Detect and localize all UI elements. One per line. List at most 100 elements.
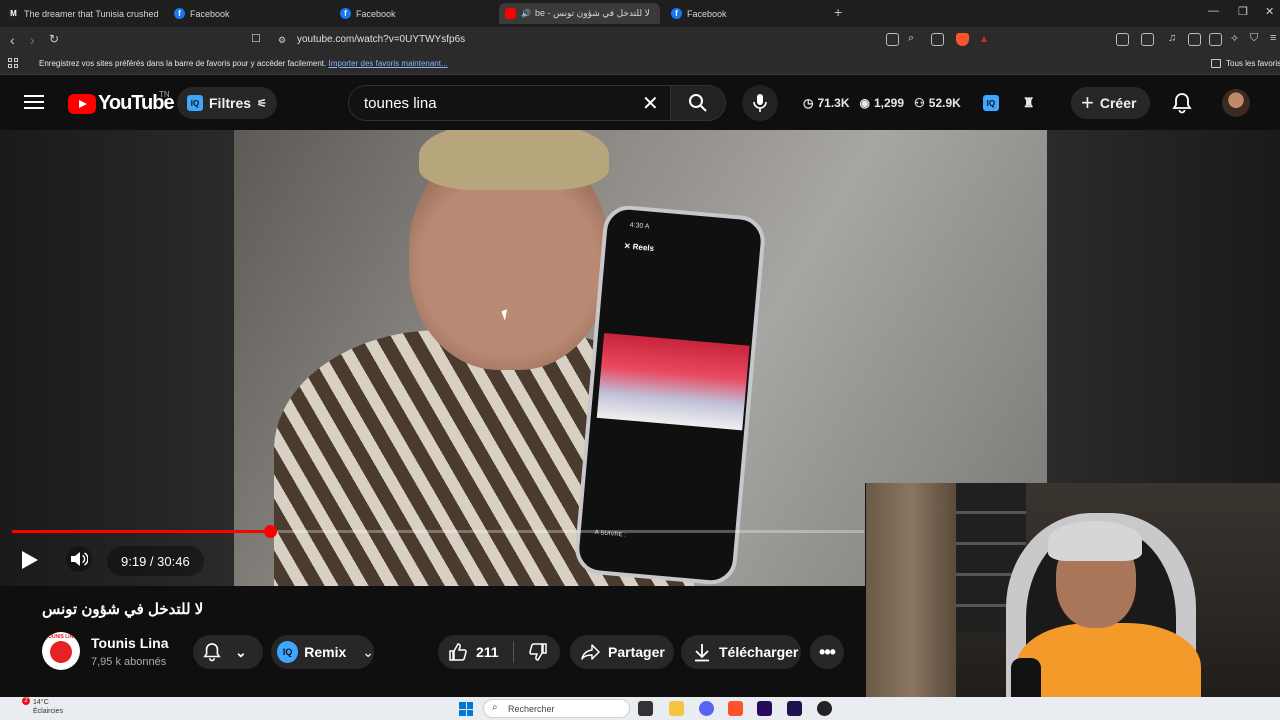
back-icon[interactable]: ‹ xyxy=(10,32,15,48)
volume-button[interactable] xyxy=(66,546,92,572)
address-bar-row: ‹ › ↻ ☐ ⚙ youtube.com/watch?v=0UYTWYsfp6… xyxy=(0,27,1280,53)
download-icon xyxy=(695,644,709,662)
watch-time-value: 71.3K xyxy=(817,96,850,110)
obs-icon[interactable] xyxy=(817,701,832,716)
share-page-icon[interactable] xyxy=(931,33,944,46)
channel-logo-icon xyxy=(50,641,72,663)
iq-extension-icon[interactable]: IQ xyxy=(982,95,999,111)
remix-button[interactable]: IQ Remix ⌄ xyxy=(271,635,374,669)
browser-tab-facebook-1[interactable]: f Facebook xyxy=(174,3,324,24)
bookmarks-message: Enregistrez vos sites préférés dans la b… xyxy=(39,59,448,68)
apps-grid-icon[interactable] xyxy=(8,58,18,68)
create-label: Créer xyxy=(1099,95,1137,111)
clear-search-icon[interactable]: ✕ xyxy=(642,91,659,116)
plus-icon: + xyxy=(1081,90,1094,115)
weather-condition: Éclaircies xyxy=(33,708,63,715)
hamburger-menu-icon[interactable] xyxy=(24,95,44,109)
filters-button[interactable]: IQ Filtres ⚟ xyxy=(177,87,277,119)
video-progress-bar[interactable] xyxy=(12,525,864,538)
youtube-icon xyxy=(505,8,516,19)
like-dislike-group: 211 xyxy=(438,635,560,669)
search-value: tounes lina xyxy=(364,95,437,112)
brave-browser-icon[interactable] xyxy=(728,701,743,716)
minimize-icon[interactable]: — xyxy=(1208,5,1219,17)
tab-label: Facebook xyxy=(356,8,396,19)
import-favorites-link[interactable]: Importer des favoris maintenant... xyxy=(328,59,447,68)
browser-tab-facebook-2[interactable]: f Facebook xyxy=(340,3,490,24)
notifications-button[interactable] xyxy=(1172,92,1192,119)
share-button[interactable]: Partager xyxy=(570,635,674,669)
more-horizontal-icon: ••• xyxy=(819,641,836,662)
restore-icon[interactable]: ❐ xyxy=(1238,5,1248,18)
video-phone: 4:30 A ✕ Reels À SUIVRE : xyxy=(573,203,767,586)
dislike-button[interactable] xyxy=(528,642,548,662)
all-favorites-button[interactable]: Tous les favoris xyxy=(1226,59,1280,68)
wallet-icon[interactable] xyxy=(1209,33,1222,46)
search-input[interactable]: tounes lina ✕ xyxy=(348,85,670,121)
chevron-down-icon: ⌄ xyxy=(362,643,374,660)
forward-icon[interactable]: › xyxy=(30,32,35,48)
tab-label: The dreamer that Tunisia crushed. Th xyxy=(24,8,158,19)
bookmark-icon[interactable]: ☐ xyxy=(251,32,261,45)
channel-name[interactable]: Tounis Lina xyxy=(91,635,169,651)
share-label: Partager xyxy=(608,644,665,660)
sidebar-icon[interactable] xyxy=(1188,33,1201,46)
url-field[interactable]: youtube.com/watch?v=0UYTWYsfp6s xyxy=(297,34,465,45)
browser-tab-youtube-active[interactable]: 🔊 لا للتدخل في شؤون تونس - be ✕ xyxy=(499,3,660,24)
after-effects-icon[interactable] xyxy=(787,701,802,716)
discord-icon[interactable] xyxy=(699,701,714,716)
subscribers-icon: ⚇ xyxy=(914,96,925,110)
download-button[interactable]: Télécharger xyxy=(681,635,801,669)
premiere-pro-icon[interactable] xyxy=(757,701,772,716)
brave-shield-icon[interactable] xyxy=(956,33,969,46)
leo-icon[interactable]: ✧ xyxy=(1230,32,1239,45)
like-button[interactable]: 211 xyxy=(448,642,499,662)
tab-label: Facebook xyxy=(687,8,727,19)
browser-tab-facebook-3[interactable]: f Facebook xyxy=(671,3,821,24)
play-icon[interactable] xyxy=(22,551,38,569)
vpn-icon[interactable]: ⛉ xyxy=(1250,32,1258,45)
brave-rewards-icon[interactable]: ▲ xyxy=(979,34,989,45)
new-tab-icon[interactable]: + xyxy=(834,4,842,20)
file-explorer-icon[interactable] xyxy=(669,701,684,716)
iq-badge-icon: IQ xyxy=(187,95,203,111)
task-view-icon[interactable] xyxy=(638,701,653,716)
share-icon xyxy=(581,644,600,660)
music-icon[interactable]: ♫ xyxy=(1168,32,1176,44)
zoom-icon[interactable]: ⌕ xyxy=(908,32,914,45)
browser-tab-medium[interactable]: M The dreamer that Tunisia crushed. Th xyxy=(8,3,158,24)
more-actions-button[interactable]: ••• xyxy=(810,635,844,669)
menu-icon[interactable]: ≡ xyxy=(1270,32,1276,44)
taskbar-search-placeholder: Rechercher xyxy=(508,703,555,714)
extensions-icon[interactable] xyxy=(1116,33,1129,46)
subscription-bell-button[interactable]: ⌄ xyxy=(193,635,263,669)
extension-2-icon[interactable] xyxy=(1141,33,1154,46)
create-button[interactable]: + Créer xyxy=(1071,87,1151,119)
weather-widget[interactable]: 14°C Éclaircies xyxy=(18,698,63,716)
volume-icon xyxy=(71,552,88,566)
windows-start-icon[interactable] xyxy=(459,702,473,716)
site-info-icon[interactable]: ⚙ xyxy=(278,35,286,46)
facebook-icon: f xyxy=(340,8,351,19)
youtube-logo[interactable]: YouTube xyxy=(68,92,175,115)
channel-subscribers: 7,95 k abonnés xyxy=(91,656,167,668)
search-icon: ⌕ xyxy=(492,702,498,713)
channel-avatar[interactable]: TOUNIS LINA xyxy=(42,632,80,670)
trophy-icon[interactable]: ♜ xyxy=(1023,95,1035,111)
chevron-down-icon: ⌄ xyxy=(235,643,247,660)
cast-icon[interactable] xyxy=(886,33,899,46)
taskbar-search[interactable]: ⌕ Rechercher xyxy=(483,699,630,718)
channel-avatar-text: TOUNIS LINA xyxy=(45,634,77,640)
voice-search-button[interactable] xyxy=(742,85,778,121)
tab-label: Facebook xyxy=(190,8,230,19)
close-window-icon[interactable]: ✕ xyxy=(1265,5,1274,18)
webcam-person-cap xyxy=(1048,521,1142,561)
youtube-header: YouTube TN IQ Filtres ⚟ tounes lina ✕ ◷ 7… xyxy=(0,76,1280,130)
video-title: لا للتدخل في شؤون تونس xyxy=(42,601,204,618)
download-label: Télécharger xyxy=(719,644,799,660)
account-avatar[interactable] xyxy=(1222,89,1250,117)
reload-icon[interactable]: ↻ xyxy=(49,32,59,46)
search-button[interactable] xyxy=(670,85,726,121)
video-progress-scrubber[interactable] xyxy=(263,525,277,538)
facebook-icon: f xyxy=(671,8,682,19)
